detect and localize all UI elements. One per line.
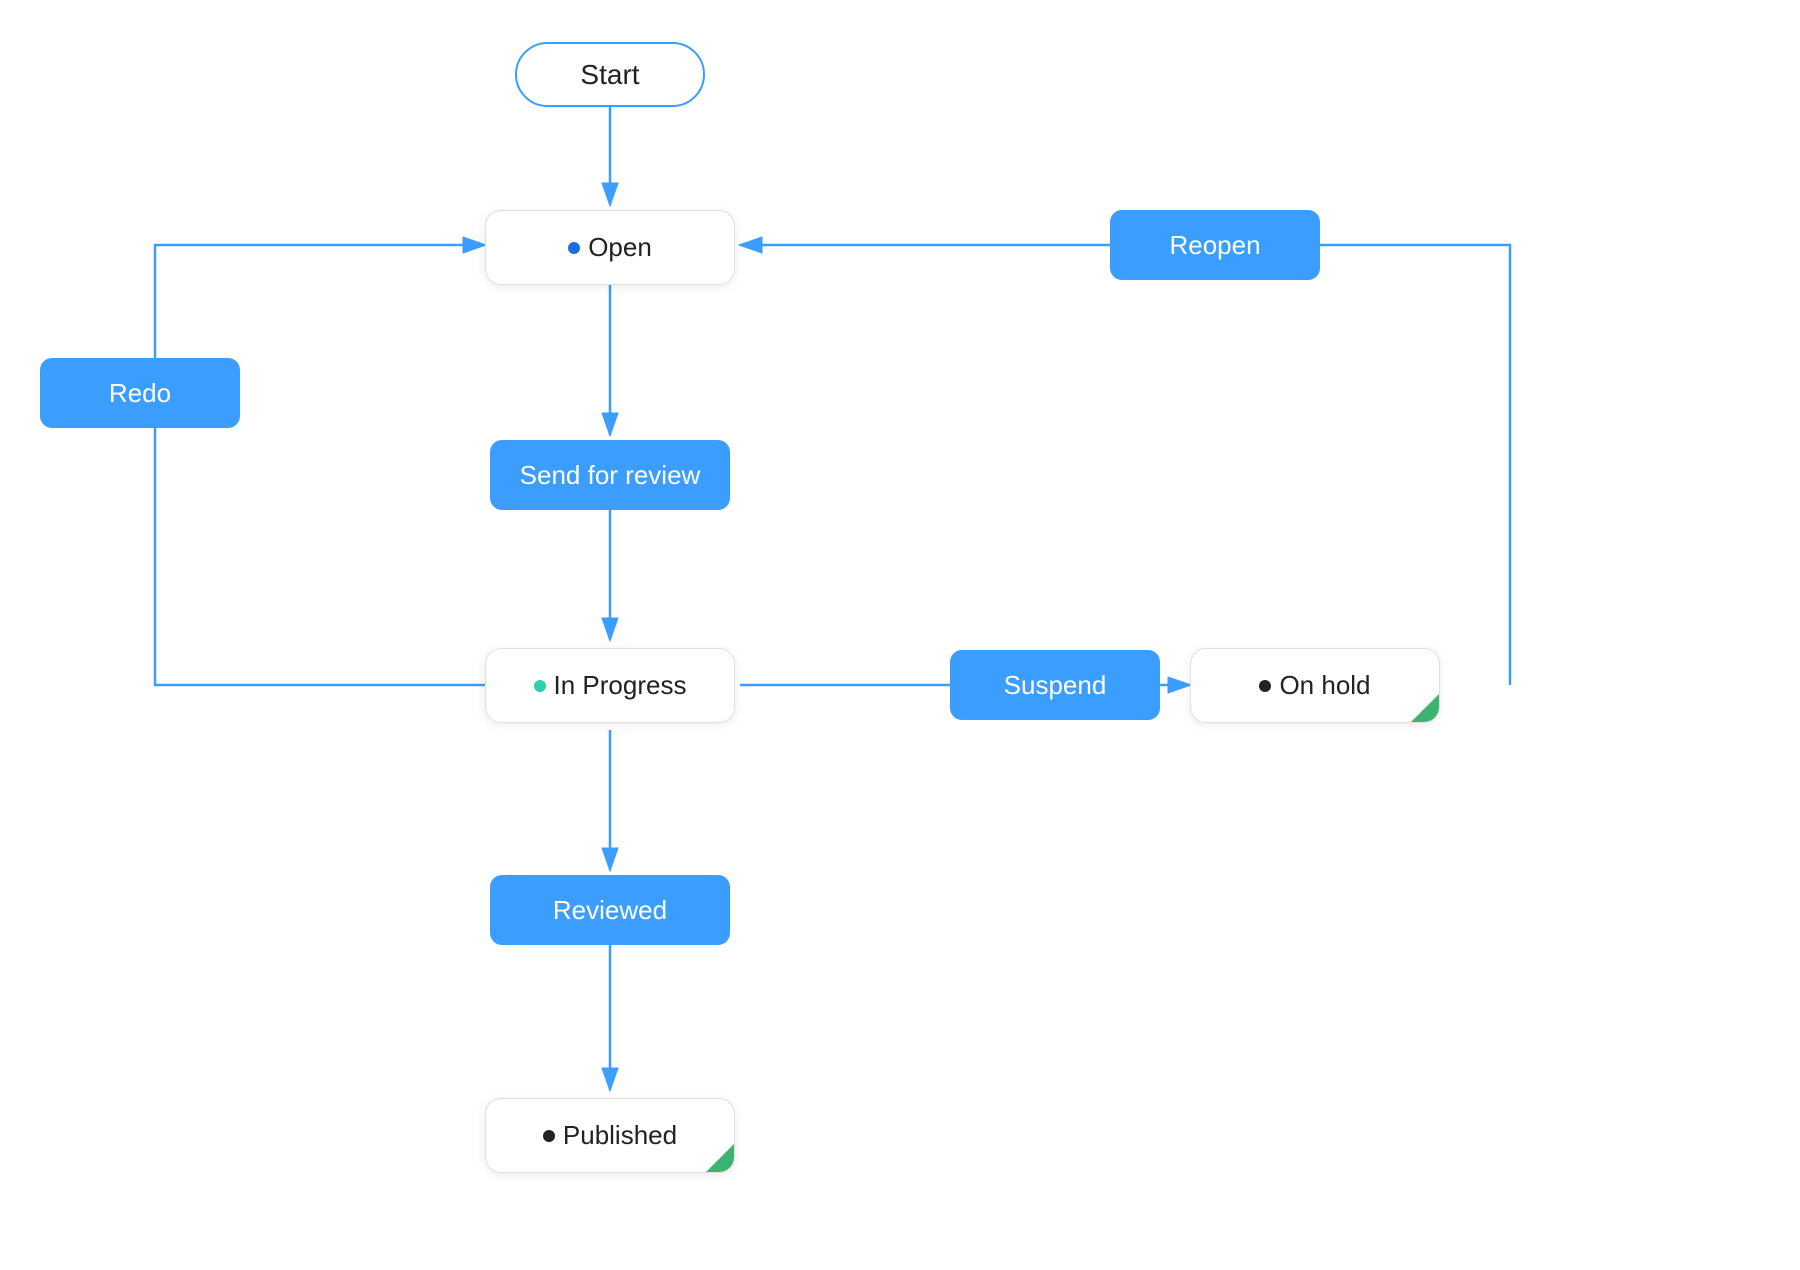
on-hold-label: On hold — [1279, 670, 1370, 701]
published-label: Published — [563, 1120, 677, 1151]
reopen-label: Reopen — [1169, 230, 1260, 261]
suspend-node[interactable]: Suspend — [950, 650, 1160, 720]
open-dot — [568, 242, 580, 254]
start-label: Start — [580, 59, 639, 91]
send-for-review-node[interactable]: Send for review — [490, 440, 730, 510]
redo-node[interactable]: Redo — [40, 358, 240, 428]
workflow-diagram: Start Open Send for review In Progress R… — [0, 0, 1800, 1270]
reviewed-label: Reviewed — [553, 895, 667, 926]
connections-layer — [0, 0, 1800, 1270]
start-node: Start — [515, 42, 705, 107]
open-state-node: Open — [485, 210, 735, 285]
on-hold-state-node: On hold — [1190, 648, 1440, 723]
in-progress-state-node: In Progress — [485, 648, 735, 723]
reviewed-node[interactable]: Reviewed — [490, 875, 730, 945]
in-progress-label: In Progress — [554, 670, 687, 701]
on-hold-dot — [1259, 680, 1271, 692]
published-state-node: Published — [485, 1098, 735, 1173]
suspend-label: Suspend — [1004, 670, 1107, 701]
corner-triangle — [1411, 694, 1439, 722]
reopen-node[interactable]: Reopen — [1110, 210, 1320, 280]
send-for-review-label: Send for review — [520, 460, 701, 491]
in-progress-dot — [534, 680, 546, 692]
redo-label: Redo — [109, 378, 171, 409]
published-dot — [543, 1130, 555, 1142]
open-label: Open — [588, 232, 652, 263]
published-corner-triangle — [706, 1144, 734, 1172]
